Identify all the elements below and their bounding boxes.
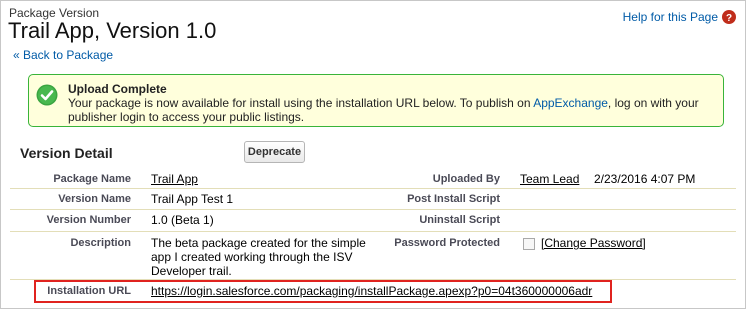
version-number-label: Version Number — [46, 214, 131, 226]
uninstall-script-label: Uninstall Script — [419, 214, 500, 226]
password-protected-checkbox — [523, 238, 535, 250]
svg-text:?: ? — [726, 13, 732, 24]
password-protected-label: Password Protected — [394, 237, 500, 249]
help-link[interactable]: Help for this Page ? — [623, 10, 736, 24]
post-install-script-label: Post Install Script — [407, 193, 500, 205]
package-name-link[interactable]: Trail App — [151, 172, 198, 186]
detail-row: Version Name Trail App Test 1 Post Insta… — [10, 188, 736, 210]
upload-complete-message: Upload Complete Your package is now avai… — [28, 74, 724, 127]
uploaded-by-link[interactable]: Team Lead — [520, 172, 579, 186]
description-label: Description — [70, 237, 131, 249]
installation-url-highlight — [34, 280, 612, 303]
package-name-label: Package Name — [53, 173, 131, 185]
success-check-icon — [36, 84, 58, 106]
change-password-link[interactable]: [Change Password] — [541, 236, 646, 250]
help-icon: ? — [722, 10, 736, 24]
help-link-label: Help for this Page — [622, 10, 718, 24]
message-text: Your package is now available for instal… — [68, 96, 718, 124]
version-name-value: Trail App Test 1 — [151, 192, 234, 206]
detail-row: Version Number 1.0 (Beta 1) Uninstall Sc… — [10, 209, 736, 232]
version-detail-title: Version Detail — [20, 145, 113, 161]
message-title: Upload Complete — [68, 82, 167, 96]
version-name-label: Version Name — [58, 193, 131, 205]
back-to-package-link[interactable]: « Back to Package — [13, 48, 113, 62]
page-title: Trail App, Version 1.0 — [8, 18, 217, 43]
appexchange-link[interactable]: AppExchange — [533, 96, 608, 110]
detail-row: Description The beta package created for… — [10, 231, 736, 280]
message-text-start: Your package is now available for instal… — [68, 96, 534, 110]
uploaded-date: 2/23/2016 4:07 PM — [594, 172, 696, 186]
deprecate-button[interactable]: Deprecate — [244, 141, 305, 163]
detail-row: Package Name Trail App Uploaded By Team … — [10, 166, 736, 189]
uploaded-by-label: Uploaded By — [432, 173, 500, 185]
version-number-value: 1.0 (Beta 1) — [151, 213, 214, 227]
